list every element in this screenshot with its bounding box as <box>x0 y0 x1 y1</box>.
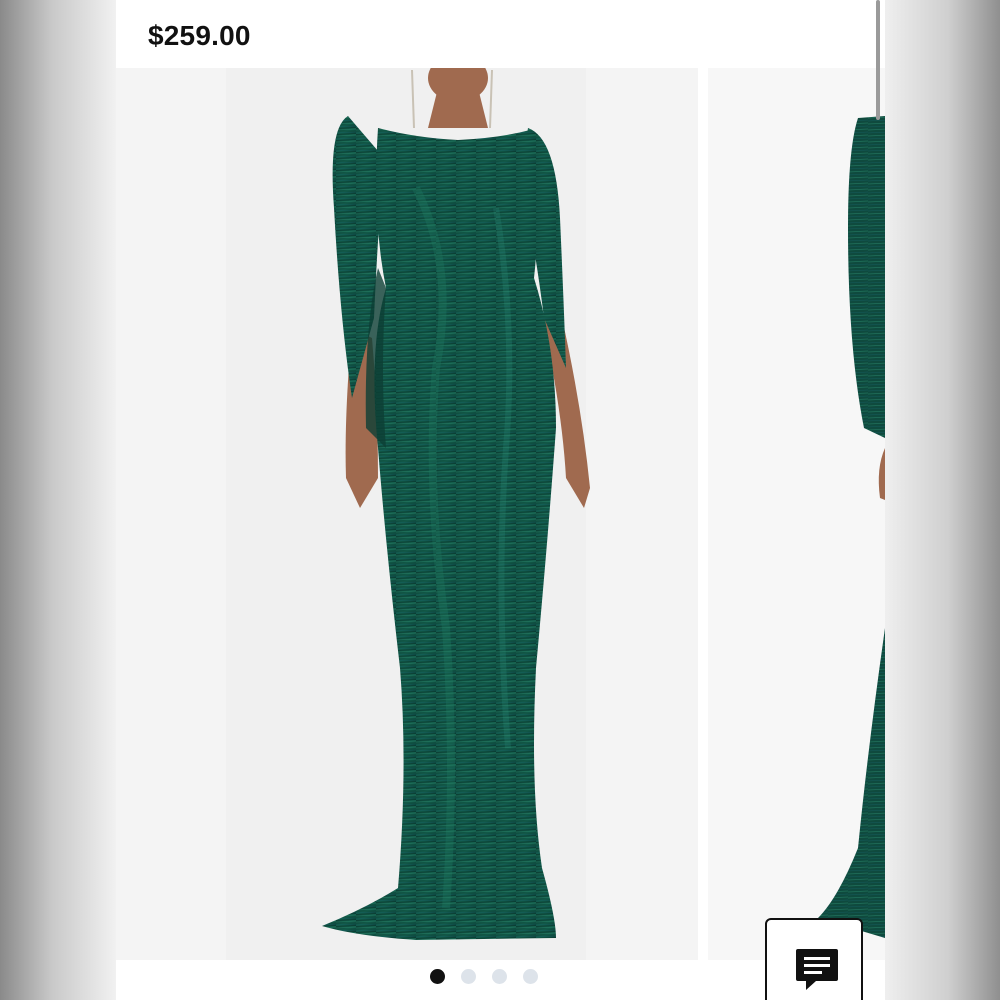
product-image-gown-side <box>818 116 885 938</box>
pagination-dot-1[interactable] <box>430 968 445 984</box>
image-carousel[interactable] <box>116 68 885 960</box>
chat-bubble-icon <box>796 949 838 990</box>
background-left <box>0 0 116 1000</box>
product-page: $259.00 <box>116 0 885 1000</box>
carousel-slide-next[interactable] <box>708 68 885 960</box>
pagination-dot-4[interactable] <box>523 968 538 984</box>
product-price: $259.00 <box>148 20 251 51</box>
product-image-gown-front <box>322 68 590 940</box>
background-right <box>885 0 1000 1000</box>
scroll-indicator <box>876 0 880 120</box>
pagination-dot-3[interactable] <box>492 968 507 984</box>
chat-button[interactable] <box>765 918 863 1000</box>
pagination-dot-2[interactable] <box>461 968 476 984</box>
carousel-slide-main[interactable] <box>116 68 698 960</box>
carousel-pagination <box>430 968 538 984</box>
